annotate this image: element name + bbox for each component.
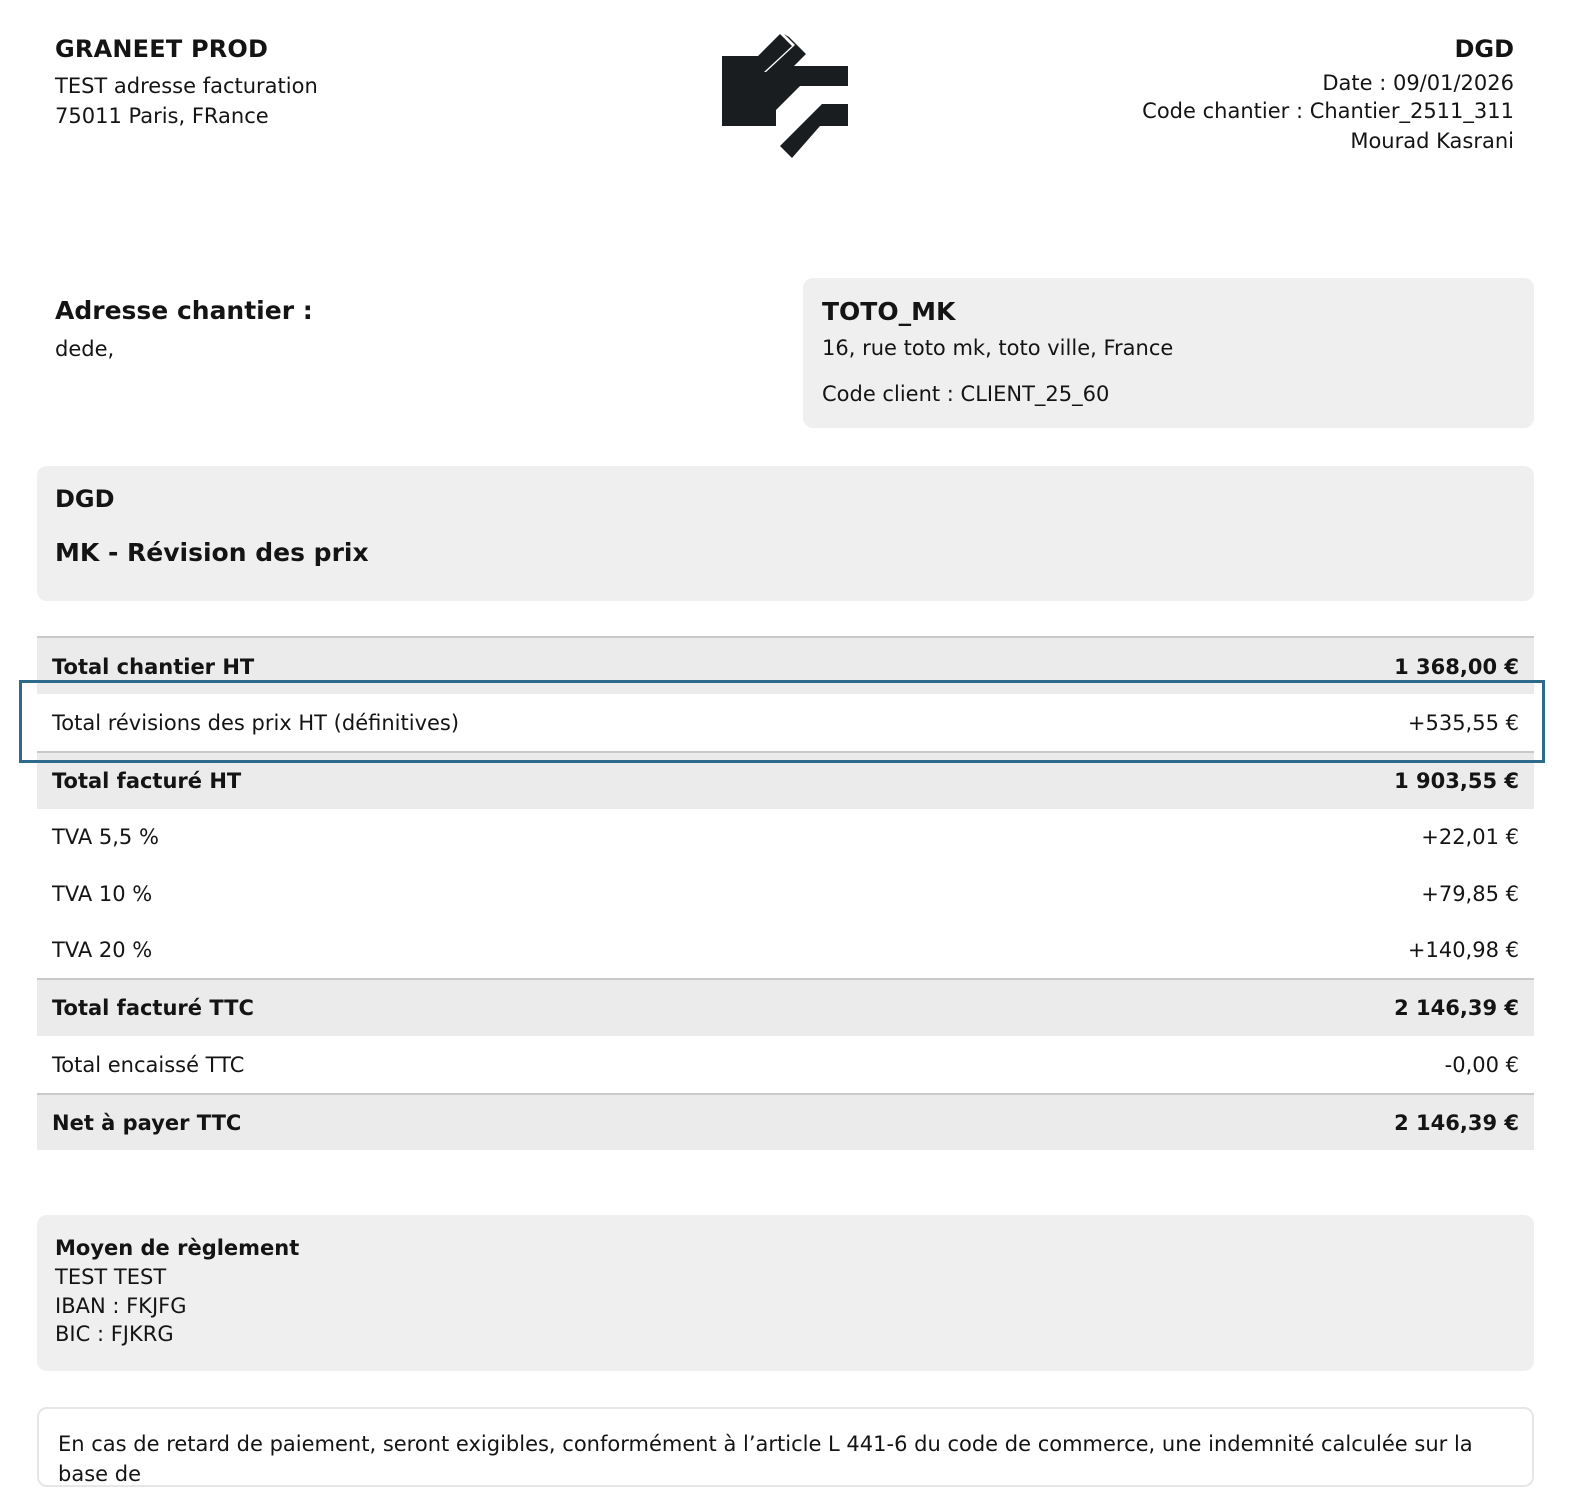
document-site-code: Code chantier : Chantier_2511_311 [1142,99,1514,123]
graneet-logo-icon [722,34,848,158]
totals-label: Net à payer TTC [52,1110,242,1135]
totals-amount: -0,00 € [1444,1052,1519,1077]
totals-label: Total facturé HT [52,769,242,793]
document-date: Date : 09/01/2026 [1322,71,1514,95]
site-address: dede, [55,337,115,361]
company-address-line2: 75011 Paris, FRance [55,104,269,128]
payment-card: Moyen de règlement TEST TEST IBAN : FKJF… [37,1215,1534,1371]
payment-holder: TEST TEST [55,1265,167,1289]
legal-notice-text: En cas de retard de paiement, seront exi… [58,1432,1473,1486]
payment-title: Moyen de règlement [55,1236,300,1260]
payment-iban: IBAN : FKJFG [55,1294,187,1318]
totals-amount: 1 903,55 € [1394,769,1519,793]
totals-label: TVA 10 % [52,881,153,906]
totals-label: Total chantier HT [52,655,255,679]
highlight-frame [19,680,1545,763]
totals-label: TVA 5,5 % [52,825,159,849]
totals-label: TVA 20 % [52,938,153,962]
totals-amount: +79,85 € [1421,881,1519,906]
totals-amount: 1 368,00 € [1394,655,1519,679]
client-card: TOTO_MK 16, rue toto mk, toto ville, Fra… [803,278,1534,428]
document-title-card: DGD MK - Révision des prix [37,466,1534,601]
client-name: TOTO_MK [822,297,956,326]
legal-notice-card: En cas de retard de paiement, seront exi… [37,1407,1534,1487]
document-type: DGD [1454,35,1514,63]
totals-row-vat-5-5: TVA 5,5 % +22,01 € [37,809,1534,865]
company-name: GRANEET PROD [55,35,269,63]
totals-row-invoiced-ttc: Total facturé TTC 2 146,39 € [37,978,1534,1036]
document-author: Mourad Kasrani [1350,129,1514,153]
totals-row-vat-10: TVA 10 % +79,85 € [37,865,1534,922]
totals-row-collected-ttc: Total encaissé TTC -0,00 € [37,1036,1534,1093]
totals-amount: +22,01 € [1421,825,1519,849]
totals-label: Total encaissé TTC [52,1052,245,1077]
totals-amount: +140,98 € [1407,938,1519,962]
totals-amount: 2 146,39 € [1394,1110,1519,1135]
totals-row-net-to-pay: Net à payer TTC 2 146,39 € [37,1093,1534,1150]
site-address-title: Adresse chantier : [55,296,313,325]
totals-label: Total facturé TTC [52,996,254,1020]
document-title-name: MK - Révision des prix [55,538,369,567]
client-code: Code client : CLIENT_25_60 [822,382,1110,406]
totals-amount: 2 146,39 € [1394,996,1519,1020]
payment-bic: BIC : FJKRG [55,1322,174,1346]
totals-row-vat-20: TVA 20 % +140,98 € [37,922,1534,978]
company-address-line1: TEST adresse facturation [55,74,318,98]
document-title-type: DGD [55,485,115,513]
client-address: 16, rue toto mk, toto ville, France [822,336,1174,360]
